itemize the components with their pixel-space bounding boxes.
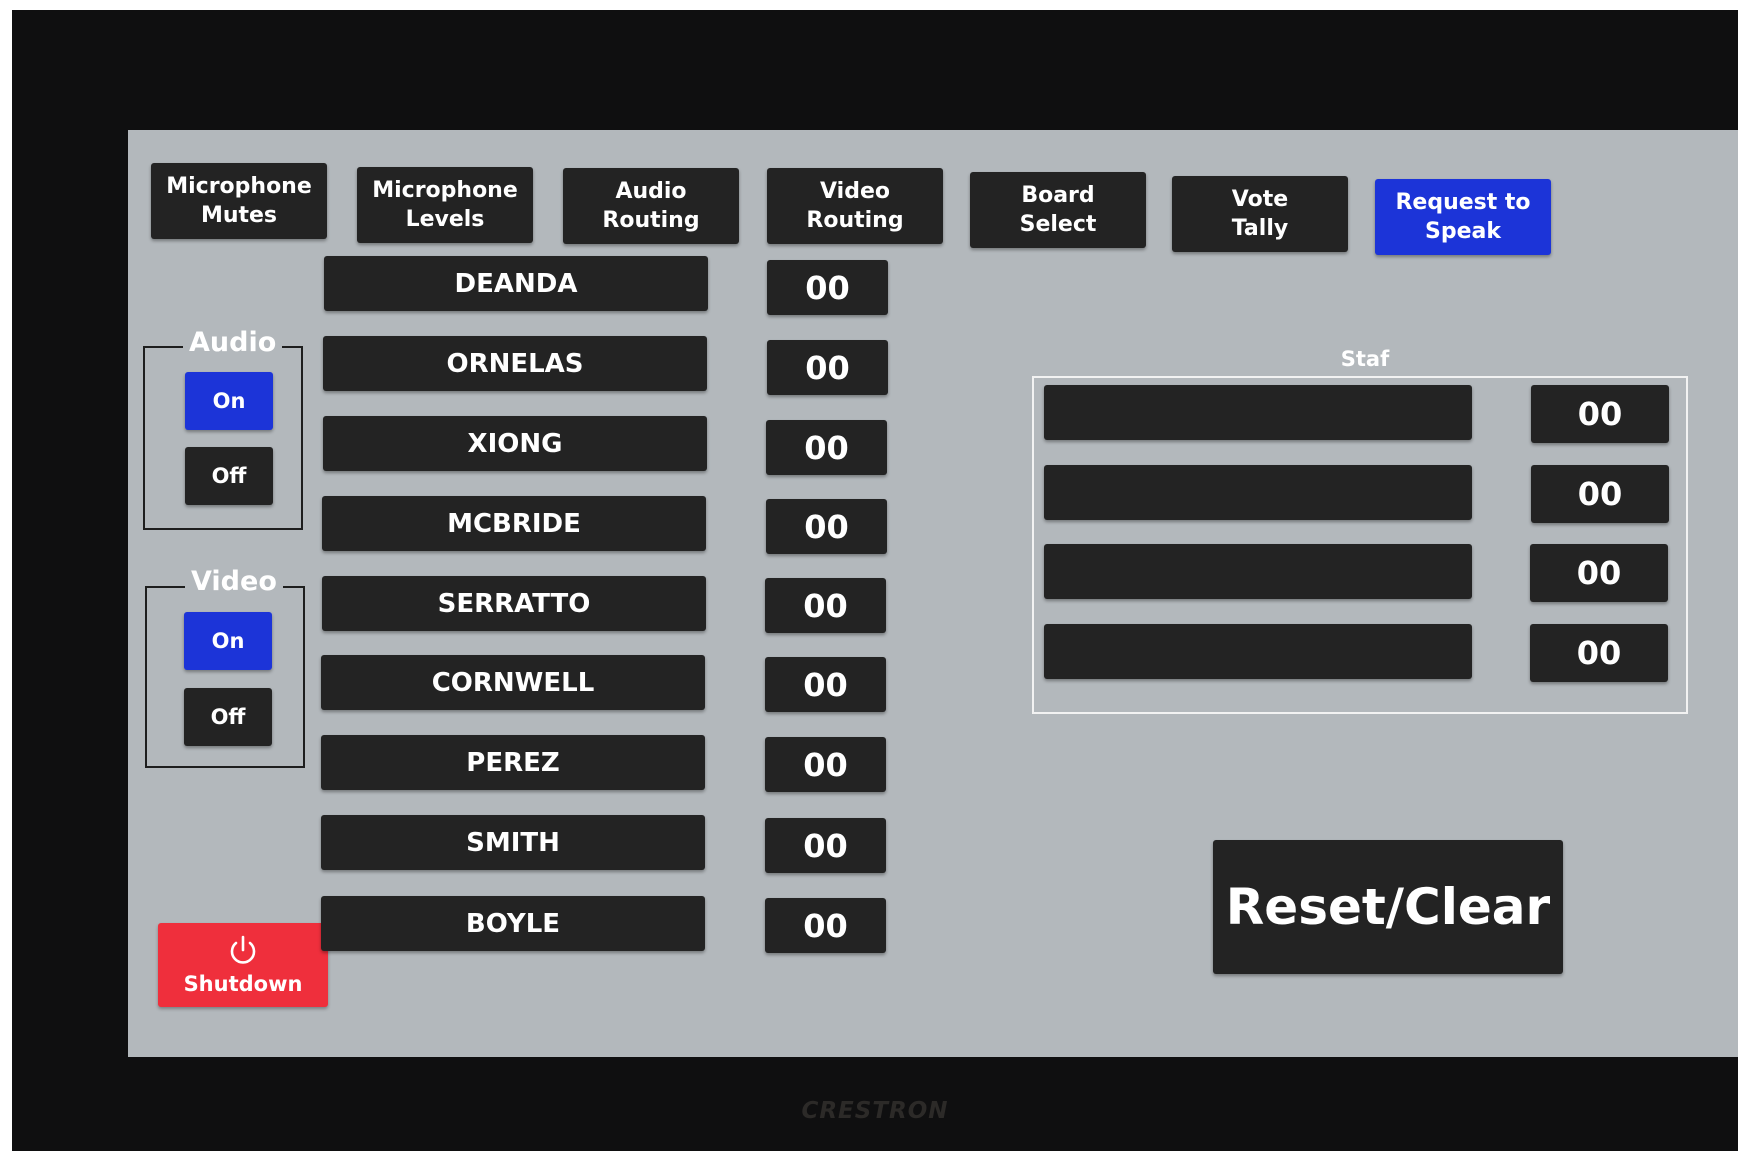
member-count-display: 00 [765, 657, 886, 712]
member-name-button[interactable]: MCBRIDE [322, 496, 706, 551]
staff-name-button[interactable] [1044, 385, 1472, 440]
touch-panel-bezel: Microphone Mutes Microphone Levels Audio… [12, 10, 1738, 1151]
member-name-button[interactable]: BOYLE [321, 896, 705, 951]
member-count-display: 00 [766, 499, 887, 554]
tab-audio-routing[interactable]: Audio Routing [563, 168, 739, 244]
shutdown-button[interactable]: Shutdown [158, 923, 328, 1007]
member-name-button[interactable]: DEANDA [324, 256, 708, 311]
staff-name-button[interactable] [1044, 544, 1472, 599]
video-on-button[interactable]: On [184, 612, 272, 670]
member-count-display: 00 [765, 578, 886, 633]
tab-vote-tally[interactable]: Vote Tally [1172, 176, 1348, 252]
tab-board-select[interactable]: Board Select [970, 172, 1146, 248]
staff-count-display: 00 [1531, 465, 1669, 523]
tab-video-routing[interactable]: Video Routing [767, 168, 943, 244]
audio-legend: Audio [183, 328, 283, 358]
audio-on-button[interactable]: On [185, 372, 273, 430]
staff-name-button[interactable] [1044, 465, 1472, 520]
staff-count-display: 00 [1530, 544, 1668, 602]
member-name-button[interactable]: ORNELAS [323, 336, 707, 391]
staff-label: Staf [1335, 346, 1395, 372]
member-count-display: 00 [766, 420, 887, 475]
reset-clear-button[interactable]: Reset/Clear [1213, 840, 1563, 974]
tab-microphone-levels[interactable]: Microphone Levels [357, 167, 533, 243]
member-count-display: 00 [765, 818, 886, 873]
member-name-button[interactable]: SERRATTO [322, 576, 706, 631]
member-name-button[interactable]: PEREZ [321, 735, 705, 790]
member-name-button[interactable]: XIONG [323, 416, 707, 471]
member-name-button[interactable]: CORNWELL [321, 655, 705, 710]
tab-microphone-mutes[interactable]: Microphone Mutes [151, 163, 327, 239]
staff-count-display: 00 [1530, 624, 1668, 682]
member-count-display: 00 [765, 898, 886, 953]
audio-off-button[interactable]: Off [185, 447, 273, 505]
staff-count-display: 00 [1531, 385, 1669, 443]
staff-name-button[interactable] [1044, 624, 1472, 679]
power-icon [230, 935, 256, 964]
touch-screen: Microphone Mutes Microphone Levels Audio… [128, 130, 1738, 1057]
video-off-button[interactable]: Off [184, 688, 272, 746]
tab-request-to-speak[interactable]: Request to Speak [1375, 179, 1551, 255]
video-legend: Video [185, 567, 283, 597]
member-name-button[interactable]: SMITH [321, 815, 705, 870]
shutdown-label: Shutdown [183, 972, 303, 996]
member-count-display: 00 [765, 737, 886, 792]
member-count-display: 00 [767, 340, 888, 395]
member-count-display: 00 [767, 260, 888, 315]
crestron-logo: CRESTRON [801, 1098, 949, 1124]
